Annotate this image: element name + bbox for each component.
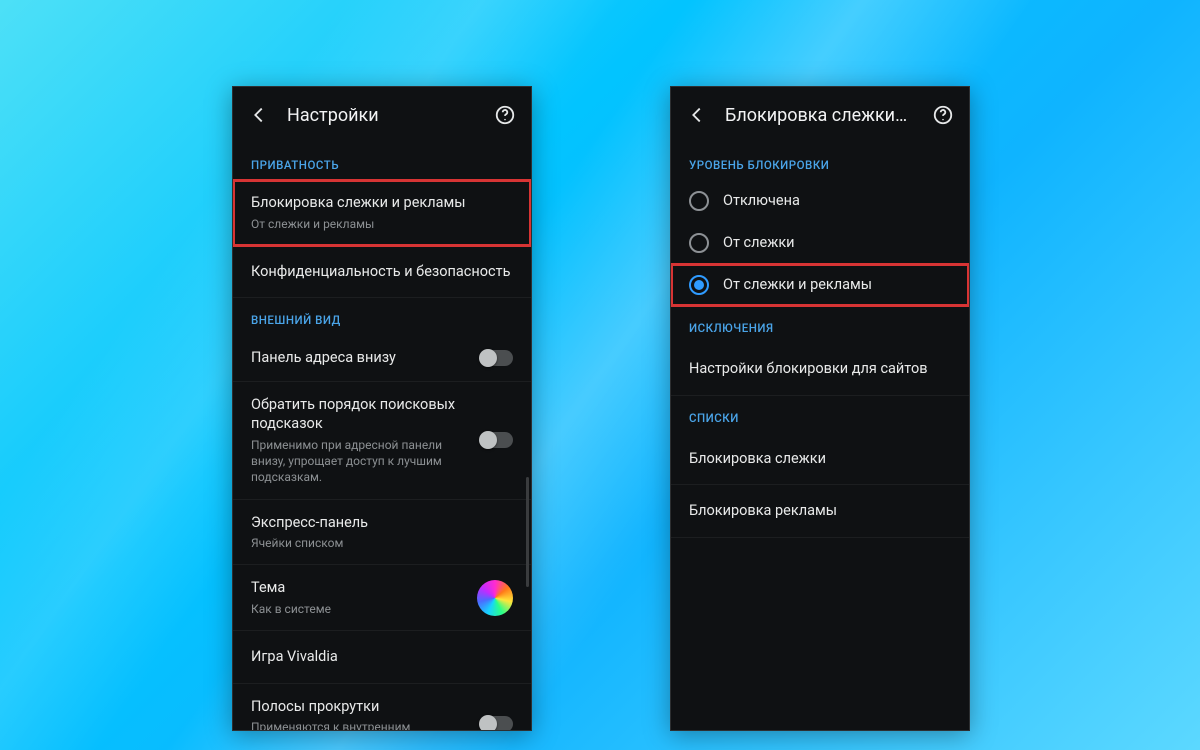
row-subtitle: Ячейки списком bbox=[251, 535, 513, 551]
section-block-level: УРОВЕНЬ БЛОКИРОВКИ bbox=[671, 143, 969, 180]
radio-option-trackers[interactable]: От слежки bbox=[671, 222, 969, 264]
row-ad-block-list[interactable]: Блокировка рекламы bbox=[671, 485, 969, 538]
radio-label: От слежки bbox=[723, 233, 951, 253]
row-speed-dial[interactable]: Экспресс-панель Ячейки списком bbox=[233, 500, 531, 566]
row-title: Блокировка слежки и рекламы bbox=[251, 193, 513, 213]
phone-tracker-blocking: Блокировка слежки… УРОВЕНЬ БЛОКИРОВКИ От… bbox=[670, 86, 970, 731]
section-lists: СПИСКИ bbox=[671, 396, 969, 433]
row-address-bar-bottom[interactable]: Панель адреса внизу bbox=[233, 335, 531, 382]
section-exceptions: ИСКЛЮЧЕНИЯ bbox=[671, 306, 969, 343]
row-title: Настройки блокировки для сайтов bbox=[689, 359, 951, 379]
row-title: Конфиденциальность и безопасность bbox=[251, 262, 513, 282]
radio-icon bbox=[689, 233, 709, 253]
theme-swatch-icon bbox=[477, 580, 513, 616]
toggle-reverse-suggestions[interactable] bbox=[481, 432, 513, 448]
row-title: Блокировка слежки bbox=[689, 449, 951, 469]
radio-icon bbox=[689, 191, 709, 211]
row-subtitle: От слежки и рекламы bbox=[251, 216, 513, 232]
row-title: Полосы прокрутки bbox=[251, 697, 467, 717]
help-icon[interactable] bbox=[929, 101, 957, 129]
phone-settings: Настройки ПРИВАТНОСТЬ Блокировка слежки … bbox=[232, 86, 532, 731]
row-scrollbars[interactable]: Полосы прокрутки Применяются к внутренни… bbox=[233, 684, 531, 731]
row-title: Игра Vivaldia bbox=[251, 647, 513, 667]
row-site-block-settings[interactable]: Настройки блокировки для сайтов bbox=[671, 343, 969, 396]
header: Настройки bbox=[233, 87, 531, 143]
back-icon[interactable] bbox=[245, 101, 273, 129]
row-title: Тема bbox=[251, 578, 463, 598]
row-title: Экспресс-панель bbox=[251, 513, 513, 533]
radio-label: Отключена bbox=[723, 191, 951, 211]
row-subtitle: Применяются к внутренним страницам, не к… bbox=[251, 719, 467, 731]
radio-icon bbox=[689, 275, 709, 295]
row-theme[interactable]: Тема Как в системе bbox=[233, 565, 531, 631]
radio-option-off[interactable]: Отключена bbox=[671, 180, 969, 222]
header: Блокировка слежки… bbox=[671, 87, 969, 143]
row-vivaldia-game[interactable]: Игра Vivaldia bbox=[233, 631, 531, 684]
row-title: Панель адреса внизу bbox=[251, 348, 467, 368]
radio-option-trackers-ads[interactable]: От слежки и рекламы bbox=[671, 264, 969, 306]
row-subtitle: Применимо при адресной панели внизу, упр… bbox=[251, 437, 467, 486]
toggle-scrollbars[interactable] bbox=[481, 716, 513, 731]
toggle-address-bottom[interactable] bbox=[481, 350, 513, 366]
section-privacy: ПРИВАТНОСТЬ bbox=[233, 143, 531, 180]
row-subtitle: Как в системе bbox=[251, 601, 463, 617]
row-title: Обратить порядок поисковых подсказок bbox=[251, 395, 467, 434]
row-reverse-suggestions[interactable]: Обратить порядок поисковых подсказок При… bbox=[233, 382, 531, 500]
back-icon[interactable] bbox=[683, 101, 711, 129]
row-tracker-ad-blocking[interactable]: Блокировка слежки и рекламы От слежки и … bbox=[233, 180, 531, 246]
row-tracker-block-list[interactable]: Блокировка слежки bbox=[671, 433, 969, 486]
section-appearance: ВНЕШНИЙ ВИД bbox=[233, 298, 531, 335]
radio-label: От слежки и рекламы bbox=[723, 275, 951, 295]
page-title: Блокировка слежки… bbox=[725, 105, 915, 126]
scrollbar-indicator[interactable] bbox=[526, 477, 529, 587]
row-title: Блокировка рекламы bbox=[689, 501, 951, 521]
help-icon[interactable] bbox=[491, 101, 519, 129]
row-privacy-security[interactable]: Конфиденциальность и безопасность bbox=[233, 246, 531, 299]
page-title: Настройки bbox=[287, 105, 477, 126]
